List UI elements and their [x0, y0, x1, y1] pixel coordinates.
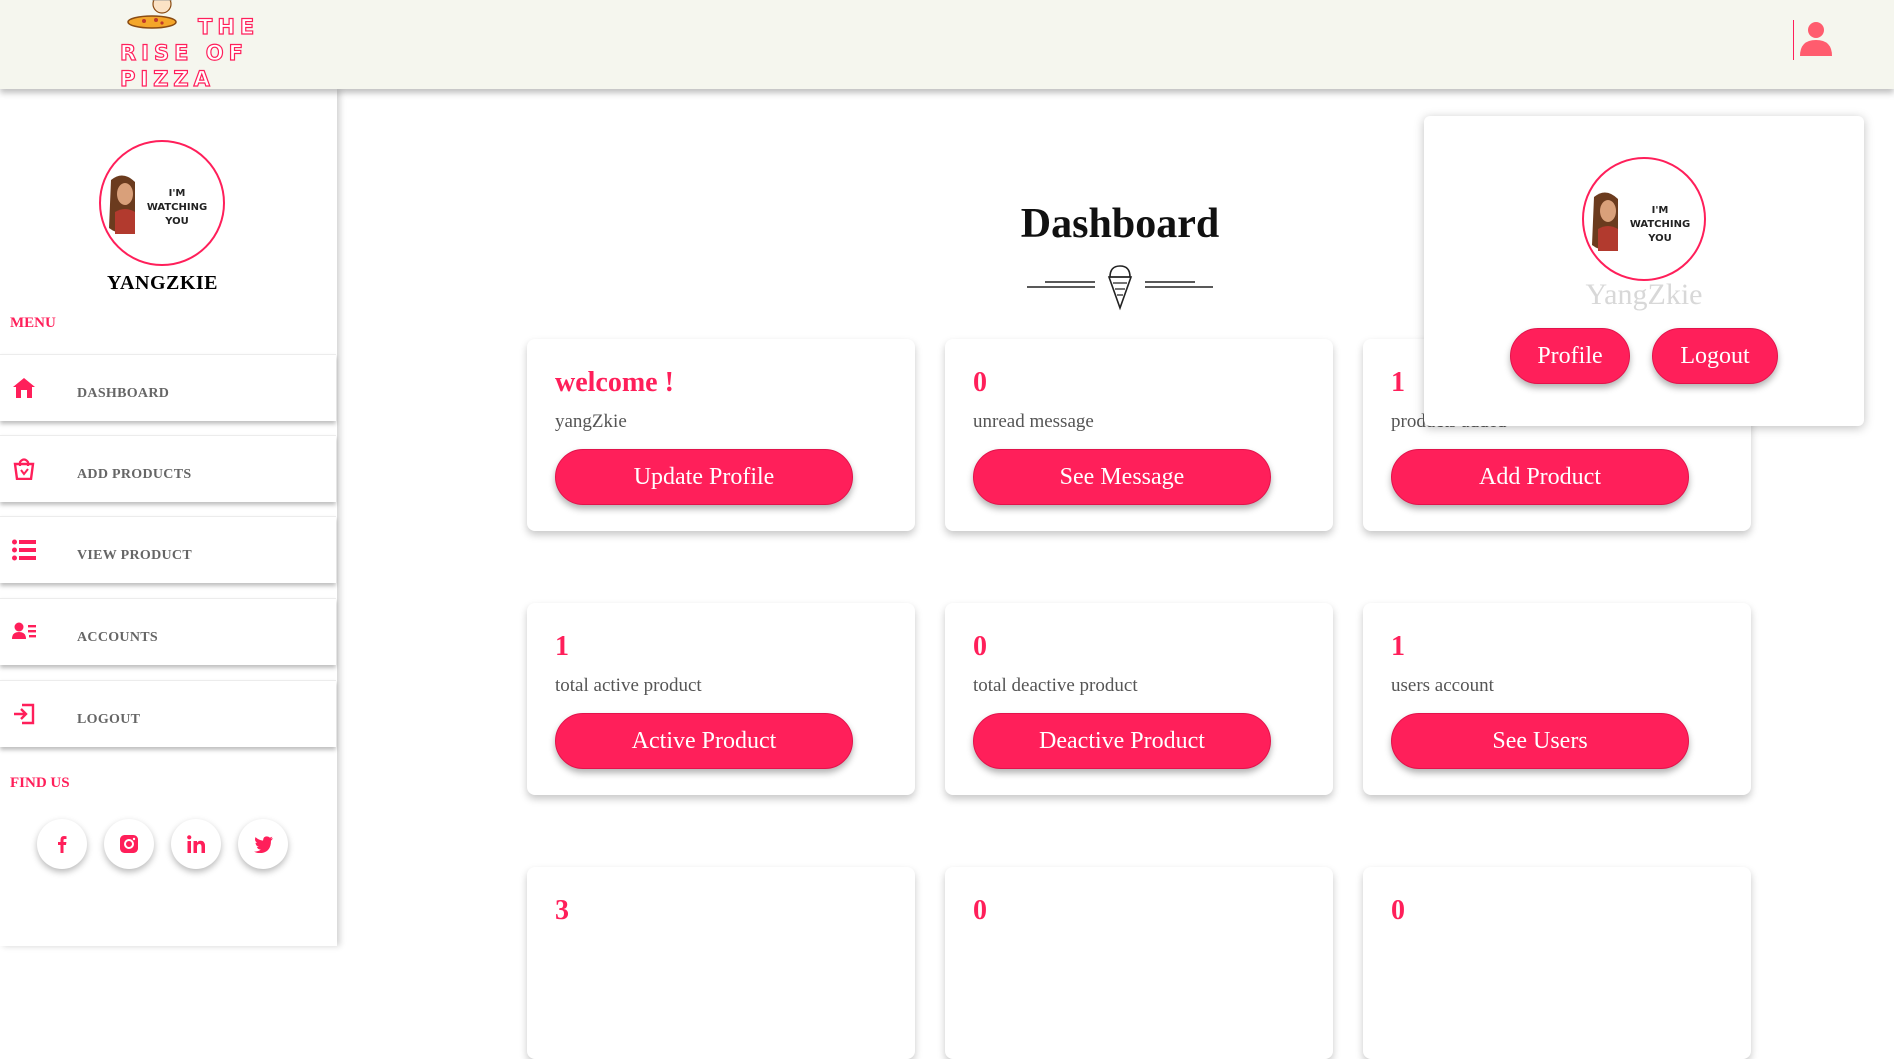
card-value: 1 — [1391, 367, 1405, 398]
active-products-card: 1 total active product Active Product — [527, 603, 915, 795]
logo[interactable]: THE RISE OF PIZZA — [118, 0, 348, 92]
stat-card: 0 — [945, 867, 1333, 1059]
sidebar-item-label: VIEW PRODUCT — [77, 548, 192, 563]
card-value: 0 — [973, 631, 987, 662]
deactive-products-card: 0 total deactive product Deactive Produc… — [945, 603, 1333, 795]
profile-button[interactable]: Profile — [1510, 328, 1630, 384]
active-product-button[interactable]: Active Product — [555, 713, 853, 769]
deactive-product-button[interactable]: Deactive Product — [973, 713, 1271, 769]
messages-card: 0 unread message See Message — [945, 339, 1333, 531]
header-divider — [1793, 20, 1794, 60]
card-label: unread message — [973, 411, 1094, 432]
update-profile-button[interactable]: Update Profile — [555, 449, 853, 505]
card-value: 1 — [1391, 631, 1405, 662]
sidebar-item-label: ADD PRODUCTS — [77, 467, 192, 482]
avatar-caption: I'M WATCHING YOU — [1629, 205, 1691, 244]
facebook-link[interactable] — [37, 819, 87, 869]
sidebar-item-accounts[interactable]: ACCOUNTS — [0, 598, 336, 665]
instagram-link[interactable] — [104, 819, 154, 869]
user-list-icon — [12, 622, 36, 639]
linkedin-icon — [187, 835, 205, 853]
card-label: yangZkie — [555, 411, 627, 432]
see-message-button[interactable]: See Message — [973, 449, 1271, 505]
sidebar-item-add-products[interactable]: ADD PRODUCTS — [0, 435, 336, 502]
twitter-link[interactable] — [238, 819, 288, 869]
twitter-icon — [254, 835, 273, 853]
card-value: 0 — [973, 895, 987, 926]
users-card: 1 users account See Users — [1363, 603, 1751, 795]
card-value: 3 — [555, 895, 569, 926]
logout-button[interactable]: Logout — [1652, 328, 1778, 384]
card-value: 1 — [555, 631, 569, 662]
menu-label: MENU — [10, 315, 56, 331]
jesus-peeking-image — [1592, 192, 1618, 251]
popup-username: YangZkie — [1585, 278, 1703, 311]
see-users-button[interactable]: See Users — [1391, 713, 1689, 769]
card-value: 0 — [1391, 895, 1405, 926]
stat-card: 0 — [1363, 867, 1751, 1059]
ice-cream-divider-icon — [1027, 265, 1213, 311]
card-label: total deactive product — [973, 675, 1138, 696]
user-icon[interactable] — [1796, 18, 1836, 58]
avatar: I'M WATCHING YOU — [1582, 157, 1706, 281]
logout-icon — [14, 703, 35, 725]
linkedin-link[interactable] — [171, 819, 221, 869]
list-icon — [12, 539, 36, 561]
find-us-label: FIND US — [10, 775, 70, 791]
card-label: users account — [1391, 675, 1494, 696]
profile-dropdown: I'M WATCHING YOU YangZkie Profile Logout — [1424, 116, 1864, 426]
top-header: THE RISE OF PIZZA — [0, 0, 1894, 92]
shopping-bag-icon — [13, 458, 35, 480]
card-label: total active product — [555, 675, 702, 696]
welcome-card: welcome ! yangZkie Update Profile — [527, 339, 915, 531]
add-product-button[interactable]: Add Product — [1391, 449, 1689, 505]
sidebar-item-label: LOGOUT — [77, 712, 141, 727]
logo-line-2: RISE OF PIZZA — [119, 40, 248, 91]
stat-card: 3 — [527, 867, 915, 1059]
sidebar-item-logout[interactable]: LOGOUT — [0, 680, 336, 747]
home-icon — [13, 378, 35, 398]
facebook-icon — [58, 836, 67, 853]
logo-line-1: THE — [197, 14, 260, 39]
card-value: welcome ! — [555, 367, 674, 398]
sidebar-item-dashboard[interactable]: DASHBOARD — [0, 354, 336, 421]
sidebar-item-view-product[interactable]: VIEW PRODUCT — [0, 516, 336, 583]
sidebar-item-label: ACCOUNTS — [77, 630, 158, 645]
sidebar-item-label: DASHBOARD — [77, 386, 170, 401]
instagram-icon — [120, 835, 138, 853]
sidebar-username: YANGZKIE — [106, 272, 219, 294]
card-value: 0 — [973, 367, 987, 398]
